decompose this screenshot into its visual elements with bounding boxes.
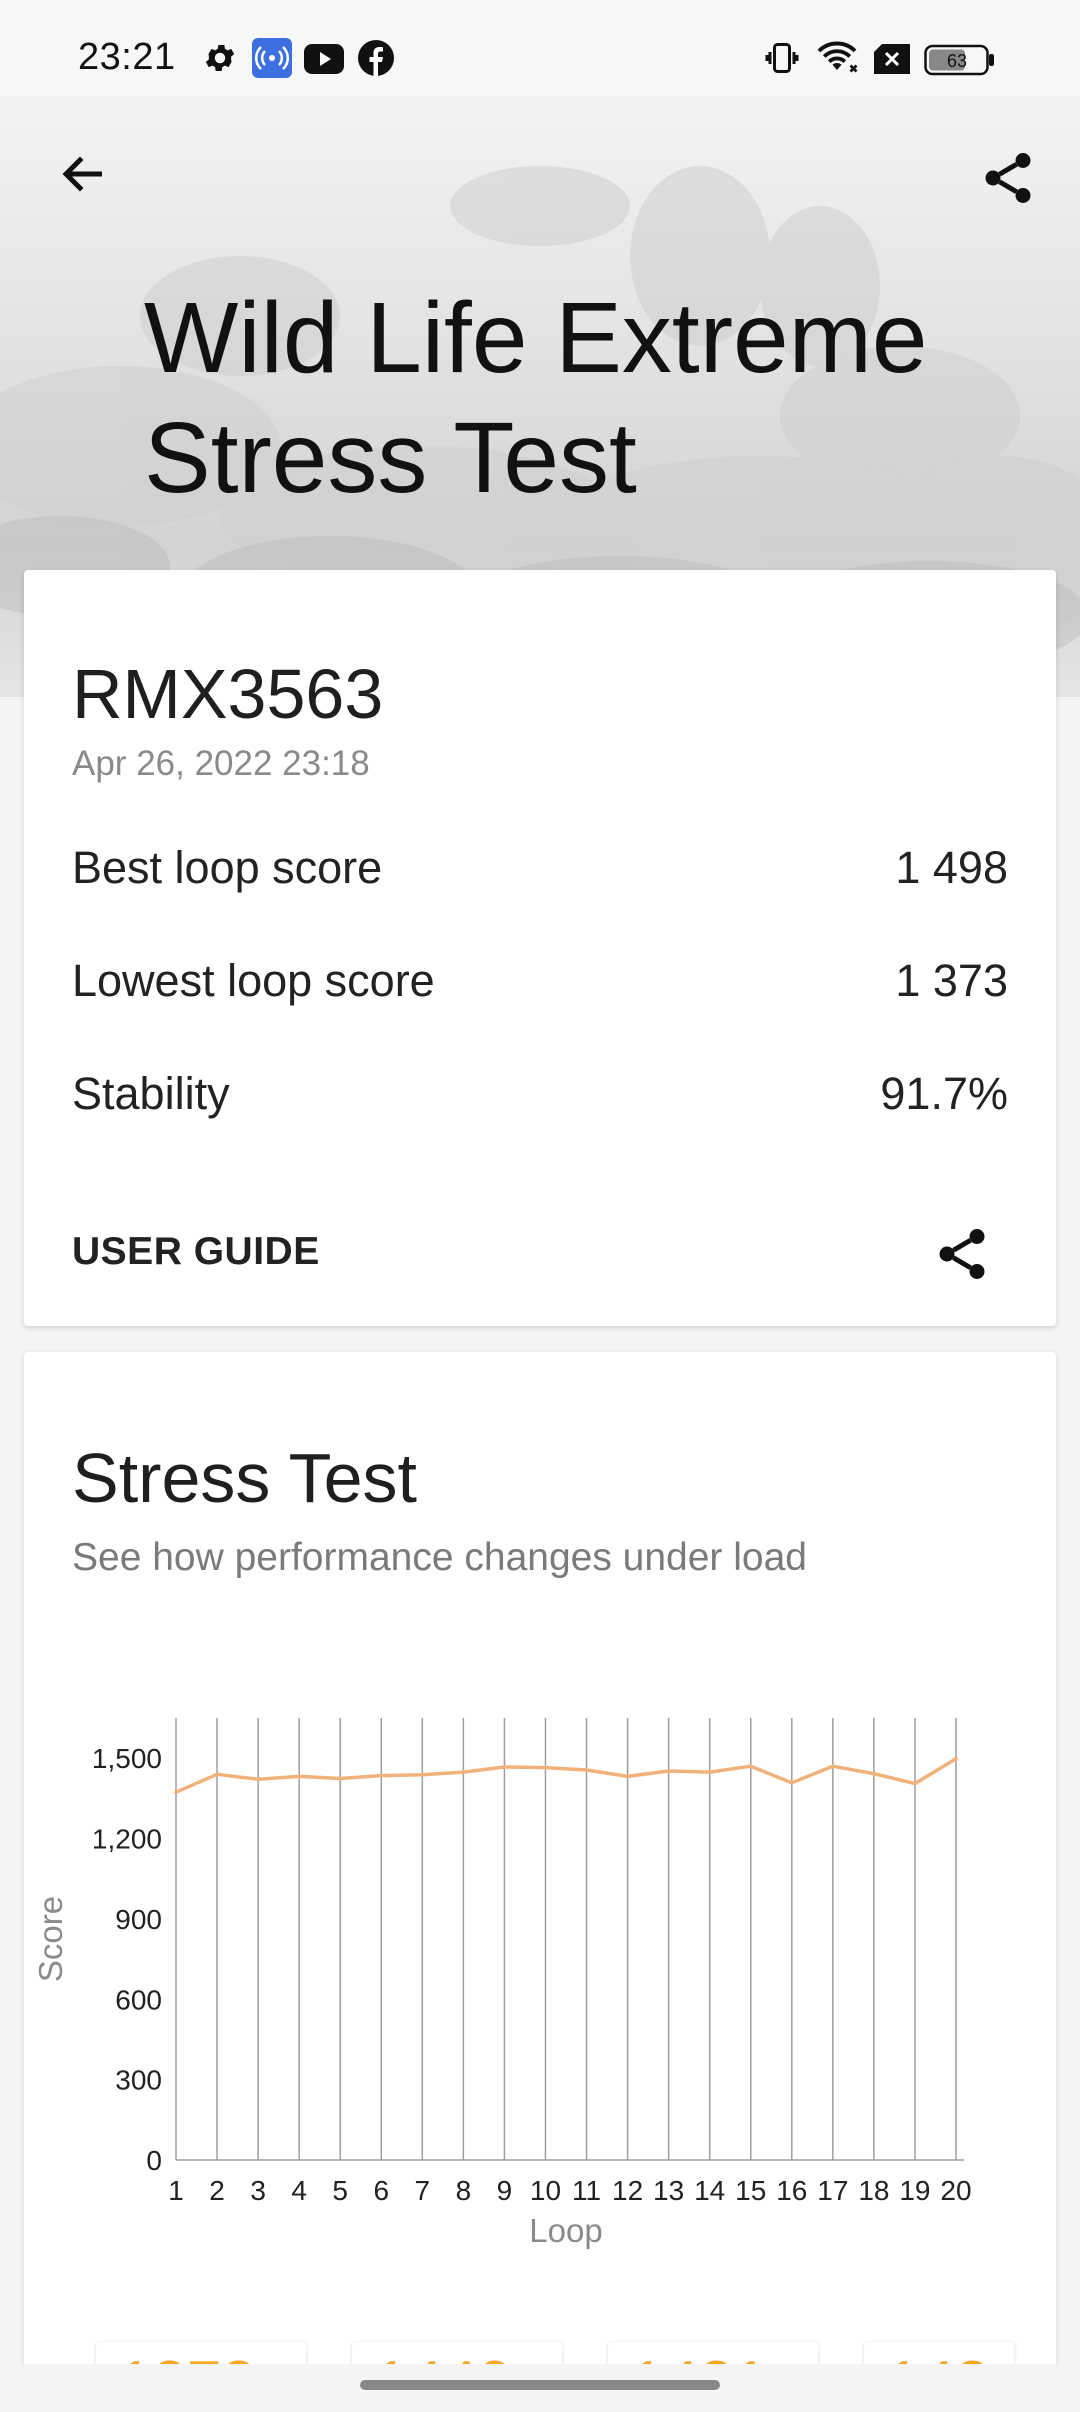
y-tick-label: 900	[115, 1904, 162, 1935]
share-icon	[939, 1229, 985, 1279]
user-guide-button[interactable]: USER GUIDE	[72, 1230, 320, 1274]
status-time: 23:21	[78, 36, 176, 78]
page-title-line2: Stress Test	[144, 402, 637, 514]
stress-test-chart: 03006009001,2001,5001 2 3 4 5 6 7 8 9 10 11 12 13 14 1…	[32, 1718, 972, 2249]
score-point	[215, 1772, 219, 1777]
y-axis-title: Score	[32, 1896, 69, 1982]
x-tick-label: 4	[291, 2175, 307, 2206]
x-tick-label: 16	[776, 2175, 807, 2206]
score-point	[584, 1768, 589, 1772]
share-result-button[interactable]	[924, 1216, 1000, 1292]
score-point	[461, 1770, 466, 1774]
vibrate-icon	[764, 40, 800, 81]
x-tick-label: 11	[572, 2175, 601, 2206]
best-loop-label: Best loop score	[72, 842, 383, 893]
score-point	[543, 1765, 548, 1770]
x-tick-label: 1	[168, 2175, 184, 2206]
score-point	[666, 1769, 671, 1773]
svg-text:63: 63	[947, 51, 967, 71]
score-point	[831, 1764, 835, 1769]
lowest-loop-label: Lowest loop score	[72, 955, 435, 1006]
x-tick-label: 6	[373, 2175, 389, 2206]
x-axis-title: Loop	[529, 2212, 602, 2249]
page-title-line1: Wild Life Extreme	[144, 282, 928, 394]
result-date: Apr 26, 2022 23:18	[72, 744, 370, 783]
share-icon	[985, 153, 1031, 203]
back-arrow-icon	[62, 156, 102, 192]
score-point	[954, 1756, 958, 1761]
score-point	[789, 1781, 794, 1785]
x-tick-label: 13	[653, 2175, 684, 2206]
x-tick-label: 7	[415, 2175, 431, 2206]
score-point	[707, 1770, 712, 1774]
device-name: RMX3563	[72, 655, 384, 733]
page-title: Wild Life Extreme Stress Test	[144, 278, 928, 518]
share-button[interactable]	[970, 140, 1046, 216]
youtube-icon	[304, 44, 344, 79]
score-point	[256, 1777, 260, 1782]
x-tick-label: 14	[694, 2175, 725, 2206]
score-point	[502, 1765, 507, 1769]
y-tick-label: 1,500	[92, 1743, 162, 1774]
x-tick-label: 10	[530, 2175, 561, 2206]
sim-off-icon	[874, 44, 910, 79]
x-tick-label: 3	[250, 2175, 266, 2206]
x-tick-label: 8	[456, 2175, 472, 2206]
y-tick-label: 0	[146, 2145, 162, 2176]
status-bar: 23:21 63	[0, 0, 1080, 96]
x-tick-label: 19	[899, 2175, 930, 2206]
stress-test-title: Stress Test	[72, 1439, 417, 1517]
best-loop-value: 1 498	[895, 842, 1008, 893]
x-tick-label: 18	[858, 2175, 889, 2206]
x-tick-label: 2	[209, 2175, 225, 2206]
score-point	[420, 1772, 425, 1777]
y-tick-label: 300	[115, 2065, 162, 2096]
x-tick-label: 9	[497, 2175, 513, 2206]
score-point	[379, 1773, 384, 1778]
x-tick-label: 20	[940, 2175, 971, 2206]
x-tick-label: 15	[735, 2175, 766, 2206]
score-point	[625, 1774, 630, 1779]
y-tick-label: 600	[115, 1984, 162, 2015]
score-point	[872, 1771, 876, 1776]
x-tick-label: 5	[332, 2175, 348, 2206]
score-line	[175, 1757, 957, 1794]
navigation-bar	[0, 2364, 1080, 2412]
stability-value: 91.7%	[880, 1068, 1008, 1119]
stress-test-card: Stress Test See how performance changes …	[24, 1352, 1056, 2412]
wifi-icon	[814, 40, 860, 81]
score-point	[338, 1776, 343, 1781]
facebook-icon	[358, 40, 394, 81]
score-point	[297, 1774, 301, 1779]
score-point	[748, 1764, 753, 1769]
back-button[interactable]	[48, 138, 120, 210]
result-card: RMX3563 Apr 26, 2022 23:18 Best loop sco…	[24, 570, 1056, 1326]
lowest-loop-value: 1 373	[895, 955, 1008, 1006]
stability-label: Stability	[72, 1068, 230, 1119]
score-point	[913, 1781, 917, 1786]
gear-icon	[202, 40, 238, 81]
broadcast-icon	[252, 38, 292, 83]
x-tick-label: 12	[612, 2175, 643, 2206]
home-gesture-handle[interactable]	[360, 2380, 720, 2390]
x-tick-label: 17	[817, 2175, 848, 2206]
stress-test-subtitle: See how performance changes under load	[72, 1536, 807, 1579]
battery-icon: 63	[924, 44, 996, 81]
score-point	[174, 1790, 178, 1795]
y-tick-label: 1,200	[92, 1824, 162, 1855]
